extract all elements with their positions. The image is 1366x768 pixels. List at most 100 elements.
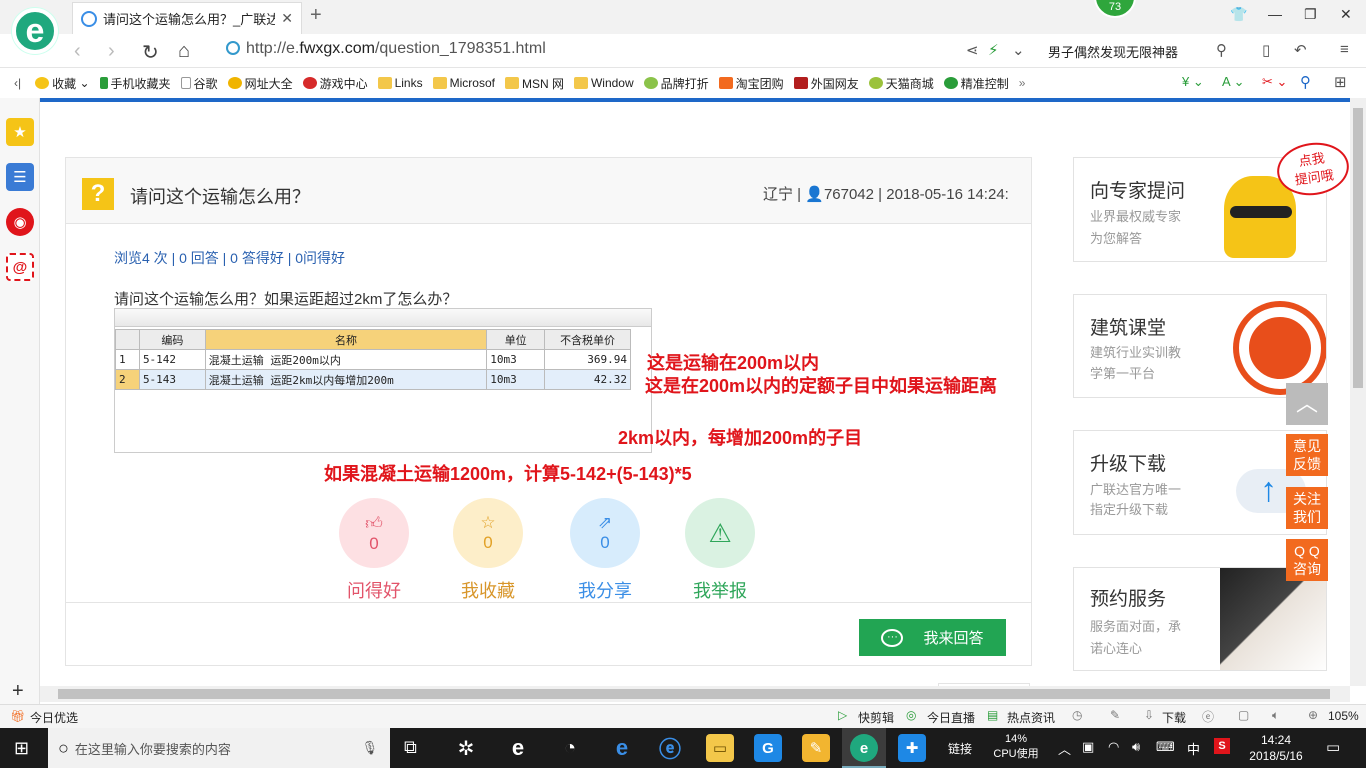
bookmark-item[interactable]: MSN 网 [504, 75, 564, 92]
shirt-skin-icon[interactable]: 👕 [1230, 6, 1247, 23]
edge-browser-icon[interactable]: e [504, 734, 532, 762]
window-icon[interactable]: ▢ [1238, 708, 1249, 722]
back-button[interactable]: ‹ [74, 40, 81, 63]
upvote-label[interactable]: 问得好 [334, 577, 414, 603]
weibo-icon[interactable]: ◉ [6, 208, 34, 236]
pin-icon[interactable]: ✎ [1110, 708, 1120, 722]
restore-button[interactable]: ❐ [1304, 6, 1317, 23]
qq-consult-button[interactable]: Q Q 咨询 [1286, 539, 1328, 581]
share-icon[interactable]: ⋖ [966, 41, 979, 59]
status-item[interactable]: 热点资讯 [1007, 709, 1055, 726]
network-app-icon[interactable]: ✚ [898, 734, 926, 762]
today-picks[interactable]: 今日优选 [30, 709, 78, 726]
chevron-down-icon[interactable]: ⌄ [1012, 41, 1025, 59]
keyboard-icon[interactable]: ⌨ [1156, 739, 1175, 755]
menu-icon[interactable]: ≡ [1340, 41, 1349, 58]
wifi-icon[interactable]: ◠ [1108, 739, 1119, 755]
lightning-icon[interactable]: ⚡ [988, 41, 999, 59]
report-label[interactable]: 我举报 [680, 577, 760, 603]
tray-app-icon[interactable]: ▣ [1082, 739, 1094, 755]
appointment-service-card[interactable]: 预约服务 服务面对面，承 诺心连心 [1073, 567, 1327, 671]
status-item[interactable]: 下载 [1162, 709, 1186, 726]
new-tab-button[interactable]: + [310, 4, 322, 27]
status-item[interactable]: 今日直播 [927, 709, 975, 726]
zoom-icon[interactable]: ⚲ [1300, 73, 1311, 91]
notes-app-icon[interactable]: ✎ [802, 734, 830, 762]
bookmark-item[interactable]: 品牌打折 [643, 75, 709, 92]
url-field[interactable]: http://e.fwxgx.com/question_1798351.html [226, 40, 546, 58]
cpu-usage[interactable]: 14% CPU使用 [988, 732, 1044, 762]
clock[interactable]: 14:24 2018/5/16 [1246, 732, 1306, 764]
task-view-icon[interactable]: ⧉ [404, 737, 417, 758]
report-button[interactable]: ⚠ [685, 498, 755, 568]
horizontal-scrollbar[interactable] [40, 686, 1350, 702]
share-label[interactable]: 我分享 [565, 577, 645, 603]
feedback-button[interactable]: 意见 反馈 [1286, 434, 1328, 476]
browser-taskbar-icon[interactable]: e [850, 734, 878, 762]
favorite-button[interactable]: ☆ 0 [453, 498, 523, 568]
back-to-top-button[interactable]: ︿ [1286, 383, 1328, 425]
ie-mode-icon[interactable]: ⓔ [1202, 708, 1214, 725]
share-button[interactable]: ⇗ 0 [570, 498, 640, 568]
vertical-scrollbar[interactable] [1350, 98, 1366, 686]
speed-icon[interactable]: ◷ [1072, 708, 1082, 722]
file-explorer-icon[interactable]: ▭ [706, 734, 734, 762]
home-button[interactable]: ⌂ [178, 40, 190, 63]
edge-icon[interactable]: e [608, 734, 636, 762]
bookmark-item[interactable]: 淘宝团购 [718, 75, 784, 92]
search-icon[interactable]: ⚲ [1216, 41, 1227, 59]
tab-close-icon[interactable]: ✕ [281, 10, 293, 27]
browser-logo-icon[interactable]: e [12, 8, 58, 54]
pinwheel-icon[interactable]: ✲ [452, 734, 480, 762]
bookmark-item[interactable]: 游戏中心 [302, 75, 368, 92]
close-window-button[interactable]: ✕ [1340, 6, 1352, 23]
apps-grid-icon[interactable]: ⊞ [1334, 73, 1347, 91]
forward-button[interactable]: › [108, 40, 115, 63]
ie-icon[interactable]: ⓔ [656, 734, 684, 762]
undo-icon[interactable]: ↶ [1294, 41, 1307, 59]
status-item[interactable]: 快剪辑 [858, 709, 894, 726]
search-input[interactable]: 男子偶然发现无限神器 [1048, 42, 1178, 61]
bookmark-item[interactable]: Microsof [432, 76, 495, 90]
bookmark-item[interactable]: Window [573, 76, 634, 90]
vertical-scroll-thumb[interactable] [1353, 108, 1363, 388]
reader-icon[interactable]: ☰ [6, 163, 34, 191]
horizontal-scroll-thumb[interactable] [58, 689, 1330, 699]
action-center-icon[interactable]: ▭ [1326, 738, 1340, 756]
microphone-icon[interactable]: 🎙︎ [361, 740, 378, 756]
zoom-level[interactable]: 105% [1328, 709, 1359, 723]
windows-start-icon[interactable]: ⊞ [14, 738, 29, 759]
glodon-app-icon[interactable]: G [754, 734, 782, 762]
translate-icon[interactable]: A ⌄ [1222, 74, 1244, 90]
taskbar-search[interactable]: ○ 在这里输入你要搜索的内容 🎙︎ [48, 728, 390, 768]
bookmark-item[interactable]: 精准控制 [943, 75, 1009, 92]
refresh-button[interactable]: ↻ [142, 40, 159, 65]
bookmark-item[interactable]: Links [377, 76, 423, 90]
yen-icon[interactable]: ¥ ⌄ [1182, 74, 1204, 90]
bookmark-item[interactable]: 外国网友 [793, 75, 859, 92]
favorite-label[interactable]: 我收藏 [448, 577, 528, 603]
links-toolbar[interactable]: 链接 [948, 740, 972, 757]
ime-indicator[interactable]: 中 [1187, 739, 1200, 758]
mute-icon[interactable]: 🔈︎ [1272, 708, 1279, 723]
more-bookmarks-icon[interactable]: » [1019, 76, 1026, 90]
bookmark-item[interactable]: 谷歌 [180, 75, 218, 92]
bookmark-item[interactable]: 网址大全 [227, 75, 293, 92]
tray-chevron-icon[interactable]: ︿ [1058, 739, 1071, 758]
sidebar-add-button[interactable]: + [12, 680, 24, 703]
scissors-icon[interactable]: ✂ ⌄ [1262, 74, 1287, 90]
tab-active[interactable]: 请问这个运输怎么用？_广联达服 ✕ [72, 2, 302, 34]
attached-screenshot[interactable]: 编码 名称 单位 不含税单价 1 5-142 混凝土运输 运距200m以内 10… [114, 308, 652, 453]
bookmark-item[interactable]: 手机收藏夹 [99, 75, 171, 92]
favorites-icon[interactable]: ★ [6, 118, 34, 146]
follow-us-button[interactable]: 关注 我们 [1286, 487, 1328, 529]
email-icon[interactable]: @ [6, 253, 34, 281]
notification-app-icon[interactable]: ◔ [556, 734, 584, 762]
minimize-button[interactable]: — [1268, 6, 1282, 22]
volume-icon[interactable]: 🔊︎ [1132, 739, 1140, 755]
upvote-button[interactable]: 👍︎ 0 [339, 498, 409, 568]
sogou-ime-icon[interactable]: S [1214, 738, 1230, 754]
bookmark-item[interactable]: 天猫商城 [868, 75, 934, 92]
bookmarks-collapse-icon[interactable]: ‹| [14, 76, 21, 90]
answer-button[interactable]: ··· 我来回答 [859, 619, 1006, 656]
